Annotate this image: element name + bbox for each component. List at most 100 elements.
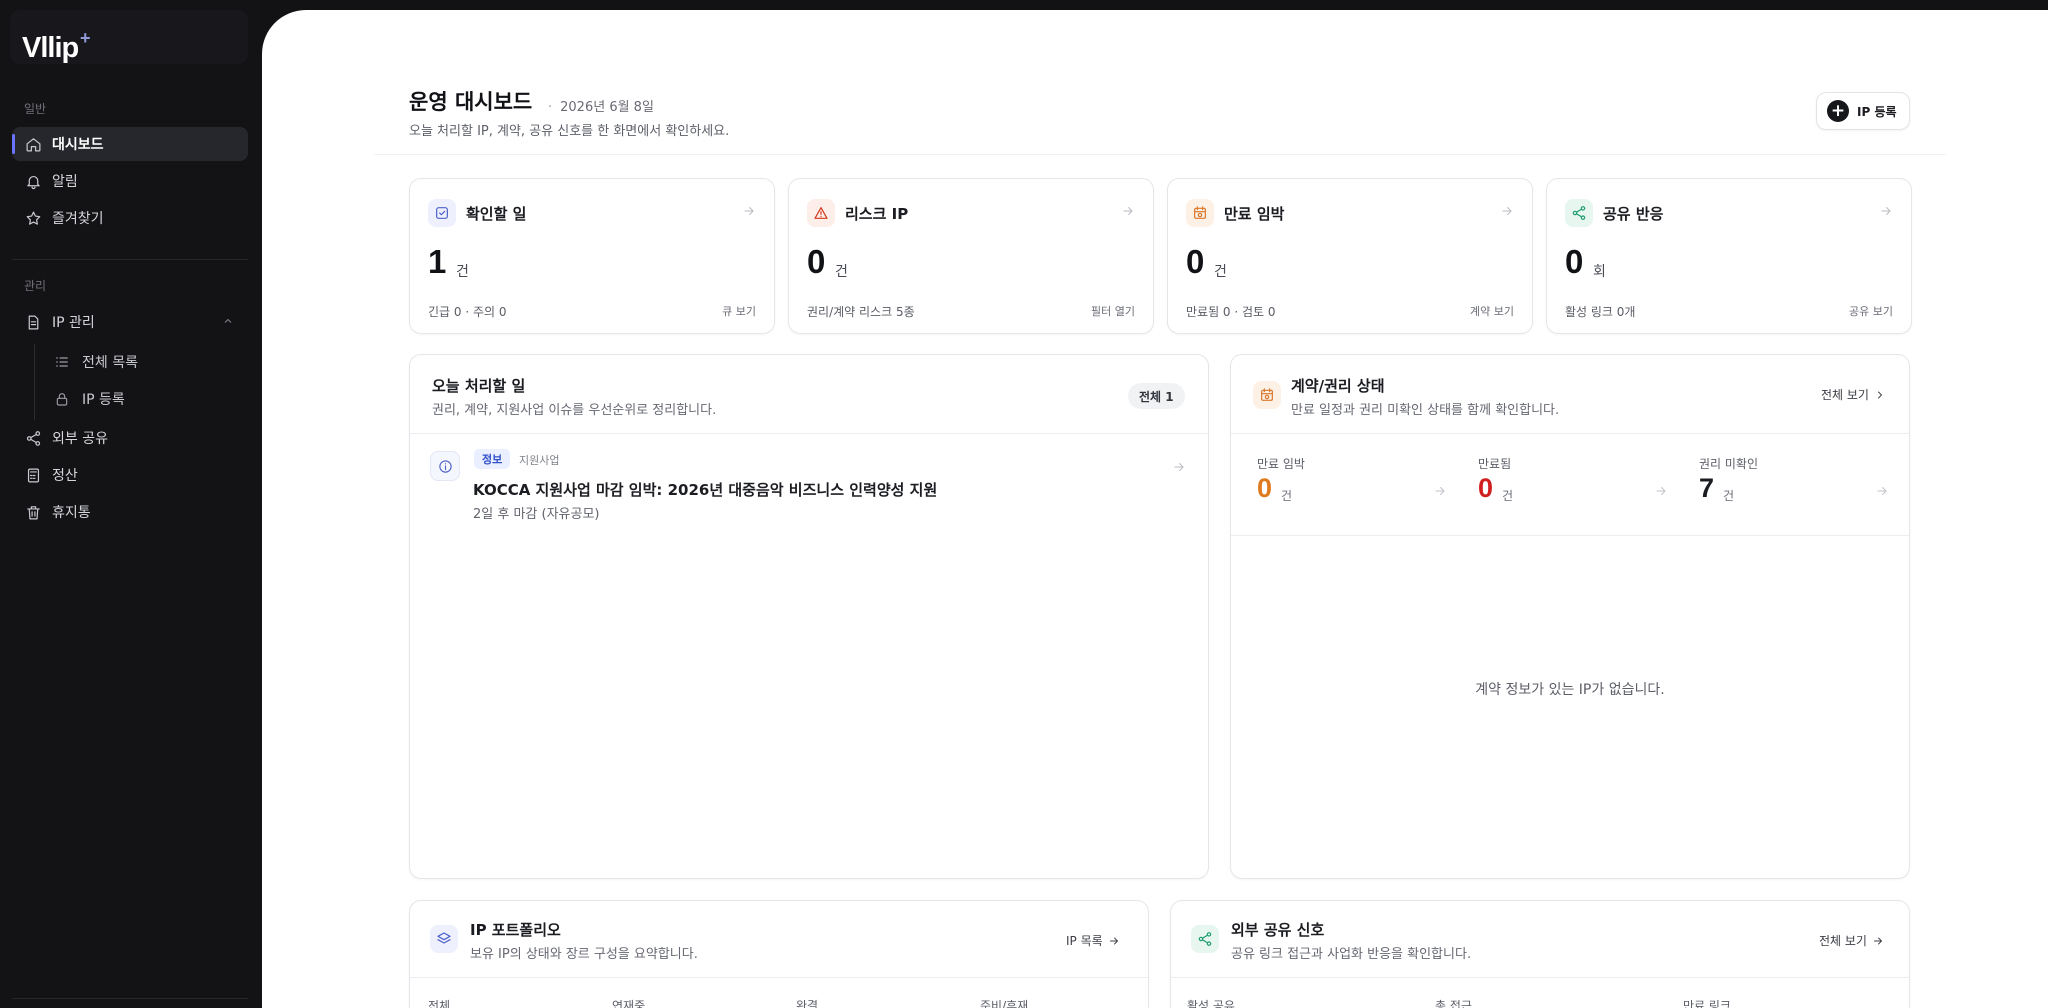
- metric-value: 0: [1478, 473, 1494, 503]
- register-ip-label: IP 등록: [1857, 104, 1897, 119]
- chevron-up-icon[interactable]: [222, 315, 234, 331]
- task-category: 지원사업: [519, 454, 560, 467]
- ip-list-link[interactable]: IP 목록: [1066, 932, 1120, 949]
- main-content: 운영 대시보드 2026년 6월 8일 오늘 처리할 IP, 계약, 공유 신호…: [262, 10, 2048, 1008]
- sidebar-item-ip-register[interactable]: IP 등록: [42, 383, 248, 415]
- share-col-expired-links: 만료 링크: [1683, 999, 1731, 1008]
- sidebar-item-label: 전체 목록: [82, 355, 138, 371]
- task-level-chip: 정보: [474, 449, 511, 469]
- page-title: 운영 대시보드: [409, 90, 533, 114]
- panel-title: IP 포트폴리오: [470, 921, 561, 939]
- arrow-right-icon: [1109, 937, 1118, 944]
- stat-value: 0: [807, 243, 826, 280]
- arrow-right-icon[interactable]: [1121, 203, 1135, 222]
- stat-value: 0: [1565, 243, 1584, 280]
- empty-state-message: 계약 정보가 있는 IP가 없습니다.: [1475, 682, 1665, 698]
- view-all-label: 전체 보기: [1819, 934, 1867, 948]
- metric-rights-unconfirmed[interactable]: 권리 미확인 7 건: [1699, 455, 1889, 515]
- lock-icon: [54, 391, 70, 407]
- external-share-panel: 외부 공유 신호 공유 링크 접근과 사업화 반응을 확인합니다. 전체 보기 …: [1170, 900, 1910, 1008]
- panel-title: 계약/권리 상태: [1291, 377, 1385, 395]
- sidebar-item-all-list[interactable]: 전체 목록: [42, 346, 248, 378]
- panel-subtitle: 보유 IP의 상태와 장르 구성을 요약합니다.: [470, 947, 698, 962]
- task-title: KOCCA 지원사업 마감 임박: 2026년 대중음악 비즈니스 인력양성 지…: [473, 481, 938, 499]
- document-icon: [24, 313, 42, 331]
- stat-value: 0: [1186, 243, 1205, 280]
- stat-link[interactable]: 공유 보기: [1849, 303, 1893, 319]
- bell-icon: [24, 172, 42, 190]
- arrow-right-icon: [1433, 483, 1447, 502]
- sidebar-item-external-share[interactable]: 외부 공유: [12, 421, 248, 455]
- share-icon: [1191, 925, 1219, 953]
- portfolio-col-total: 전체: [428, 999, 451, 1008]
- stat-title: 확인할 일: [466, 205, 527, 223]
- register-ip-button[interactable]: + IP 등록: [1816, 92, 1910, 130]
- arrow-right-icon: [1874, 937, 1882, 944]
- contract-status-panel: 계약/권리 상태 만료 일정과 권리 미확인 상태를 함께 확인합니다. 전체 …: [1230, 354, 1910, 879]
- stat-card-share-reaction[interactable]: 공유 반응 0 회 활성 링크 0개 공유 보기: [1546, 178, 1912, 334]
- sidebar: Vllip + 일반 대시보드 알림 즐겨찾기 관리 IP 관리 전체 목록 IP…: [0, 0, 262, 1008]
- warning-icon: [807, 199, 835, 227]
- stat-footnote: 권리/계약 리스크 5종: [807, 305, 915, 319]
- stat-unit: 건: [835, 264, 848, 280]
- sidebar-item-label: IP 등록: [82, 392, 125, 408]
- ip-list-label: IP 목록: [1066, 934, 1103, 948]
- sidebar-item-label: 즐겨찾기: [52, 211, 104, 227]
- sidebar-divider: [12, 259, 248, 260]
- tasks-count-badge[interactable]: 전체 1: [1128, 383, 1185, 409]
- calendar-clock-icon: [1186, 199, 1214, 227]
- stat-card-risk[interactable]: 리스크 IP 0 건 권리/계약 리스크 5종 필터 열기: [788, 178, 1154, 334]
- ip-portfolio-panel: IP 포트폴리오 보유 IP의 상태와 장르 구성을 요약합니다. IP 목록 …: [409, 900, 1149, 1008]
- list-icon: [54, 354, 70, 370]
- share-icon: [24, 429, 42, 447]
- star-icon: [24, 209, 42, 227]
- arrow-right-icon: [1875, 483, 1889, 502]
- share-icon: [1565, 199, 1593, 227]
- stat-unit: 건: [456, 264, 469, 280]
- stat-title: 공유 반응: [1603, 205, 1664, 223]
- sidebar-item-trash[interactable]: 휴지통: [12, 495, 248, 529]
- home-icon: [24, 135, 42, 153]
- panel-divider: [1231, 433, 1909, 434]
- arrow-right-icon[interactable]: [742, 203, 756, 222]
- sidebar-item-favorites[interactable]: 즐겨찾기: [12, 201, 248, 235]
- sidebar-item-label: IP 관리: [52, 315, 95, 331]
- view-all-link[interactable]: 전체 보기: [1821, 386, 1886, 403]
- sidebar-item-ip-manage[interactable]: IP 관리: [12, 305, 248, 339]
- portfolio-col-completed: 완결: [796, 999, 819, 1008]
- sidebar-item-label: 알림: [52, 174, 78, 190]
- stat-link[interactable]: 계약 보기: [1470, 303, 1514, 319]
- sidebar-item-label: 정산: [52, 468, 78, 484]
- calendar-clock-icon: [1253, 381, 1281, 409]
- panel-subtitle: 공유 링크 접근과 사업화 반응을 확인합니다.: [1231, 947, 1472, 962]
- arrow-right-icon[interactable]: [1879, 203, 1893, 222]
- stat-link[interactable]: 필터 열기: [1091, 303, 1135, 319]
- arrow-right-icon[interactable]: [1172, 459, 1186, 478]
- panel-subtitle: 권리, 계약, 지원사업 이슈를 우선순위로 정리합니다.: [432, 403, 717, 418]
- logo-area[interactable]: Vllip +: [10, 10, 248, 64]
- section-label-manage: 관리: [24, 279, 47, 293]
- sidebar-item-notifications[interactable]: 알림: [12, 164, 248, 198]
- stat-card-expiring[interactable]: 만료 임박 0 건 만료됨 0 · 검토 0 계약 보기: [1167, 178, 1533, 334]
- stat-footnote: 만료됨 0 · 검토 0: [1186, 305, 1276, 319]
- stat-card-todo[interactable]: 확인할 일 1 건 긴급 0 · 주의 0 큐 보기: [409, 178, 775, 334]
- sidebar-item-dashboard[interactable]: 대시보드: [12, 127, 248, 161]
- stat-unit: 건: [1214, 264, 1227, 280]
- panel-divider: [410, 433, 1208, 434]
- metric-expiring[interactable]: 만료 임박 0 건: [1257, 455, 1447, 515]
- sidebar-item-settlement[interactable]: 정산: [12, 458, 248, 492]
- page-date: 2026년 6월 8일: [548, 96, 654, 115]
- arrow-right-icon[interactable]: [1500, 203, 1514, 222]
- stat-link[interactable]: 큐 보기: [722, 303, 756, 319]
- sidebar-item-label: 휴지통: [52, 505, 91, 521]
- stat-footnote: 긴급 0 · 주의 0: [428, 305, 507, 319]
- metric-expired[interactable]: 만료됨 0 건: [1478, 455, 1668, 515]
- panel-divider: [1171, 977, 1909, 978]
- metric-label: 만료됨: [1478, 457, 1512, 471]
- share-col-active: 활성 공유: [1187, 999, 1235, 1008]
- logo-plus-mark: +: [80, 28, 90, 48]
- calculator-icon: [24, 466, 42, 484]
- panel-title: 오늘 처리할 일: [432, 377, 526, 395]
- info-icon: [430, 451, 460, 481]
- view-all-link[interactable]: 전체 보기: [1819, 932, 1884, 949]
